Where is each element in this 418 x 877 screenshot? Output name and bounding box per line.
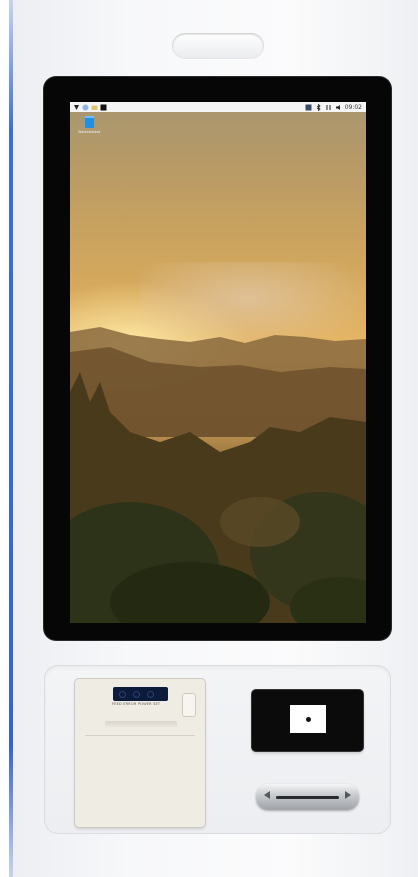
touch-screen[interactable]: 09:02 Wastebasket [70, 102, 366, 623]
desktop-icon-wastebasket[interactable]: Wastebasket [78, 116, 100, 134]
card-reader[interactable] [256, 784, 359, 810]
volume-icon[interactable] [335, 104, 342, 111]
network-icon[interactable] [305, 104, 312, 111]
qr-scanner [252, 690, 363, 751]
bluetooth-icon[interactable] [315, 103, 322, 111]
desktop-icon-label: Wastebasket [78, 130, 101, 134]
terminal-icon[interactable] [100, 104, 107, 111]
desktop-taskbar: 09:02 [70, 102, 366, 112]
side-accent-strip [9, 0, 13, 877]
taskbar-clock[interactable]: 09:02 [345, 104, 362, 111]
printer-feed-button[interactable] [183, 694, 195, 716]
printer-indicator-labels: FEED ERROR POWER SET [112, 702, 161, 706]
file-manager-icon[interactable] [91, 104, 98, 111]
arrow-right-icon [345, 791, 351, 799]
receipt-printer: FEED ERROR POWER SET [75, 679, 205, 827]
raspberry-menu-icon[interactable] [73, 104, 80, 111]
wallpaper-trees [70, 372, 366, 623]
card-slot[interactable] [276, 796, 339, 799]
scanner-window [290, 705, 326, 733]
scanner-lens-icon [306, 717, 311, 722]
wifi-icon[interactable] [325, 104, 332, 111]
error-led-icon [133, 691, 140, 698]
printer-indicator-strip [113, 687, 168, 701]
power-led-icon [147, 691, 154, 698]
arrow-left-icon [264, 791, 270, 799]
trash-icon [84, 116, 94, 128]
browser-icon[interactable] [82, 104, 89, 111]
camera-slot [172, 33, 264, 59]
printer-paper-slot [105, 721, 177, 729]
feed-led-icon [119, 691, 126, 698]
printer-cover[interactable] [85, 735, 195, 820]
